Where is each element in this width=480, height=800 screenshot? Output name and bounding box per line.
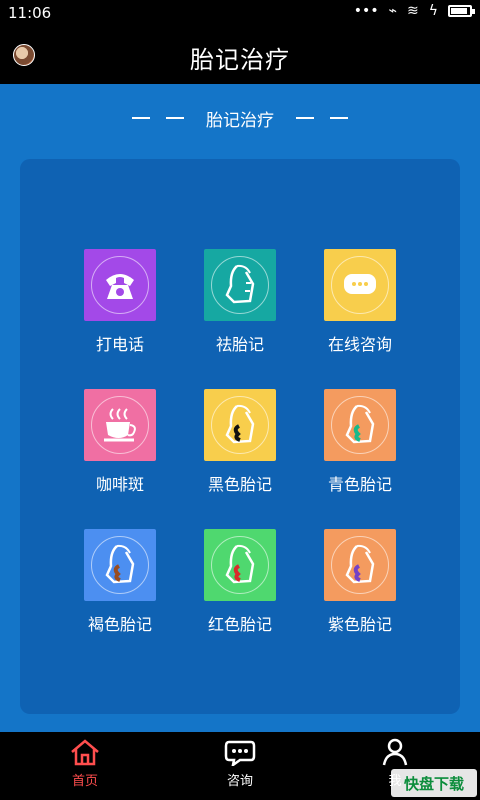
grid-item-purple-mark[interactable]: 紫色胎记 (300, 529, 420, 649)
phone-icon (106, 274, 134, 299)
grid-tile[interactable] (84, 389, 156, 461)
face-brown-mark-icon (105, 544, 135, 584)
wifi-icon: ≋ (407, 3, 419, 19)
nav-home-label: 首页 (71, 774, 98, 789)
grid-label: 咖啡斑 (95, 475, 144, 494)
grid-label: 打电话 (95, 335, 144, 354)
watermark-logo: 快盘下载 (391, 769, 477, 797)
grid-item-cyan-mark[interactable]: 青色胎记 (300, 389, 420, 509)
chat-bubble-icon (224, 740, 256, 766)
home-icon (71, 739, 99, 766)
nav-consult-label: 咨询 (226, 774, 253, 789)
grid-tile[interactable] (324, 529, 396, 601)
user-icon (382, 738, 408, 766)
status-icons: ••• ⌁ ≋ ϟ (353, 3, 475, 19)
grid-item-red-mark[interactable]: 红色胎记 (180, 529, 300, 649)
face-red-mark-icon (225, 544, 255, 584)
nav-consult[interactable]: 咨询 (200, 738, 280, 789)
coffee-icon (104, 408, 136, 442)
app-header: 胎记治疗 (0, 26, 480, 84)
face-purple-mark-icon (345, 544, 375, 584)
grid-tile[interactable] (84, 529, 156, 601)
grid-label: 祛胎记 (215, 335, 264, 354)
face-icon (225, 264, 255, 304)
divider (296, 117, 314, 119)
status-time: 11:06 (8, 4, 52, 22)
status-bar: 11:06 ••• ⌁ ≋ ϟ (0, 0, 480, 26)
dots-icon: ••• (353, 3, 379, 19)
grid-label: 青色胎记 (327, 475, 392, 494)
grid-item-black-mark[interactable]: 黑色胎记 (180, 389, 300, 509)
section-title-label: 胎记治疗 (206, 110, 274, 131)
divider (132, 117, 150, 119)
grid-label: 红色胎记 (207, 615, 272, 634)
page-title: 胎记治疗 (190, 46, 290, 74)
battery-icon (448, 5, 475, 17)
charging-icon: ϟ (428, 3, 438, 19)
chat-icon (344, 274, 376, 294)
bottom-nav: 首页 咨询 我 快盘下载 (0, 732, 480, 800)
section-title: 胎记治疗 (0, 106, 480, 131)
divider (330, 117, 348, 119)
grid-label: 黑色胎记 (207, 475, 272, 494)
grid-item-phone[interactable]: 打电话 (60, 249, 180, 369)
divider (166, 117, 184, 119)
grid-tile[interactable] (204, 249, 276, 321)
grid-item-face[interactable]: 祛胎记 (180, 249, 300, 369)
category-panel: 打电话 祛胎记 在线咨询 咖啡斑 黑色胎记 青色胎记 褐色胎记 红色胎记 紫色胎… (20, 159, 460, 714)
main-content: 胎记治疗 打电话 祛胎记 在线咨询 咖啡斑 黑色胎记 青色胎记 褐色胎记 红色胎… (0, 84, 480, 732)
grid-label: 紫色胎记 (327, 615, 392, 634)
nav-home[interactable]: 首页 (45, 738, 125, 789)
grid-tile[interactable] (204, 389, 276, 461)
grid-tile[interactable] (324, 249, 396, 321)
mute-icon: ⌁ (388, 3, 398, 19)
face-cyan-mark-icon (345, 404, 375, 444)
grid-label: 在线咨询 (327, 335, 392, 354)
grid-tile[interactable] (84, 249, 156, 321)
grid-item-coffee-spot[interactable]: 咖啡斑 (60, 389, 180, 509)
face-black-mark-icon (225, 404, 255, 444)
grid-tile[interactable] (324, 389, 396, 461)
grid-item-brown-mark[interactable]: 褐色胎记 (60, 529, 180, 649)
grid-label: 褐色胎记 (87, 615, 152, 634)
grid-item-online-consult[interactable]: 在线咨询 (300, 249, 420, 369)
grid-tile[interactable] (204, 529, 276, 601)
